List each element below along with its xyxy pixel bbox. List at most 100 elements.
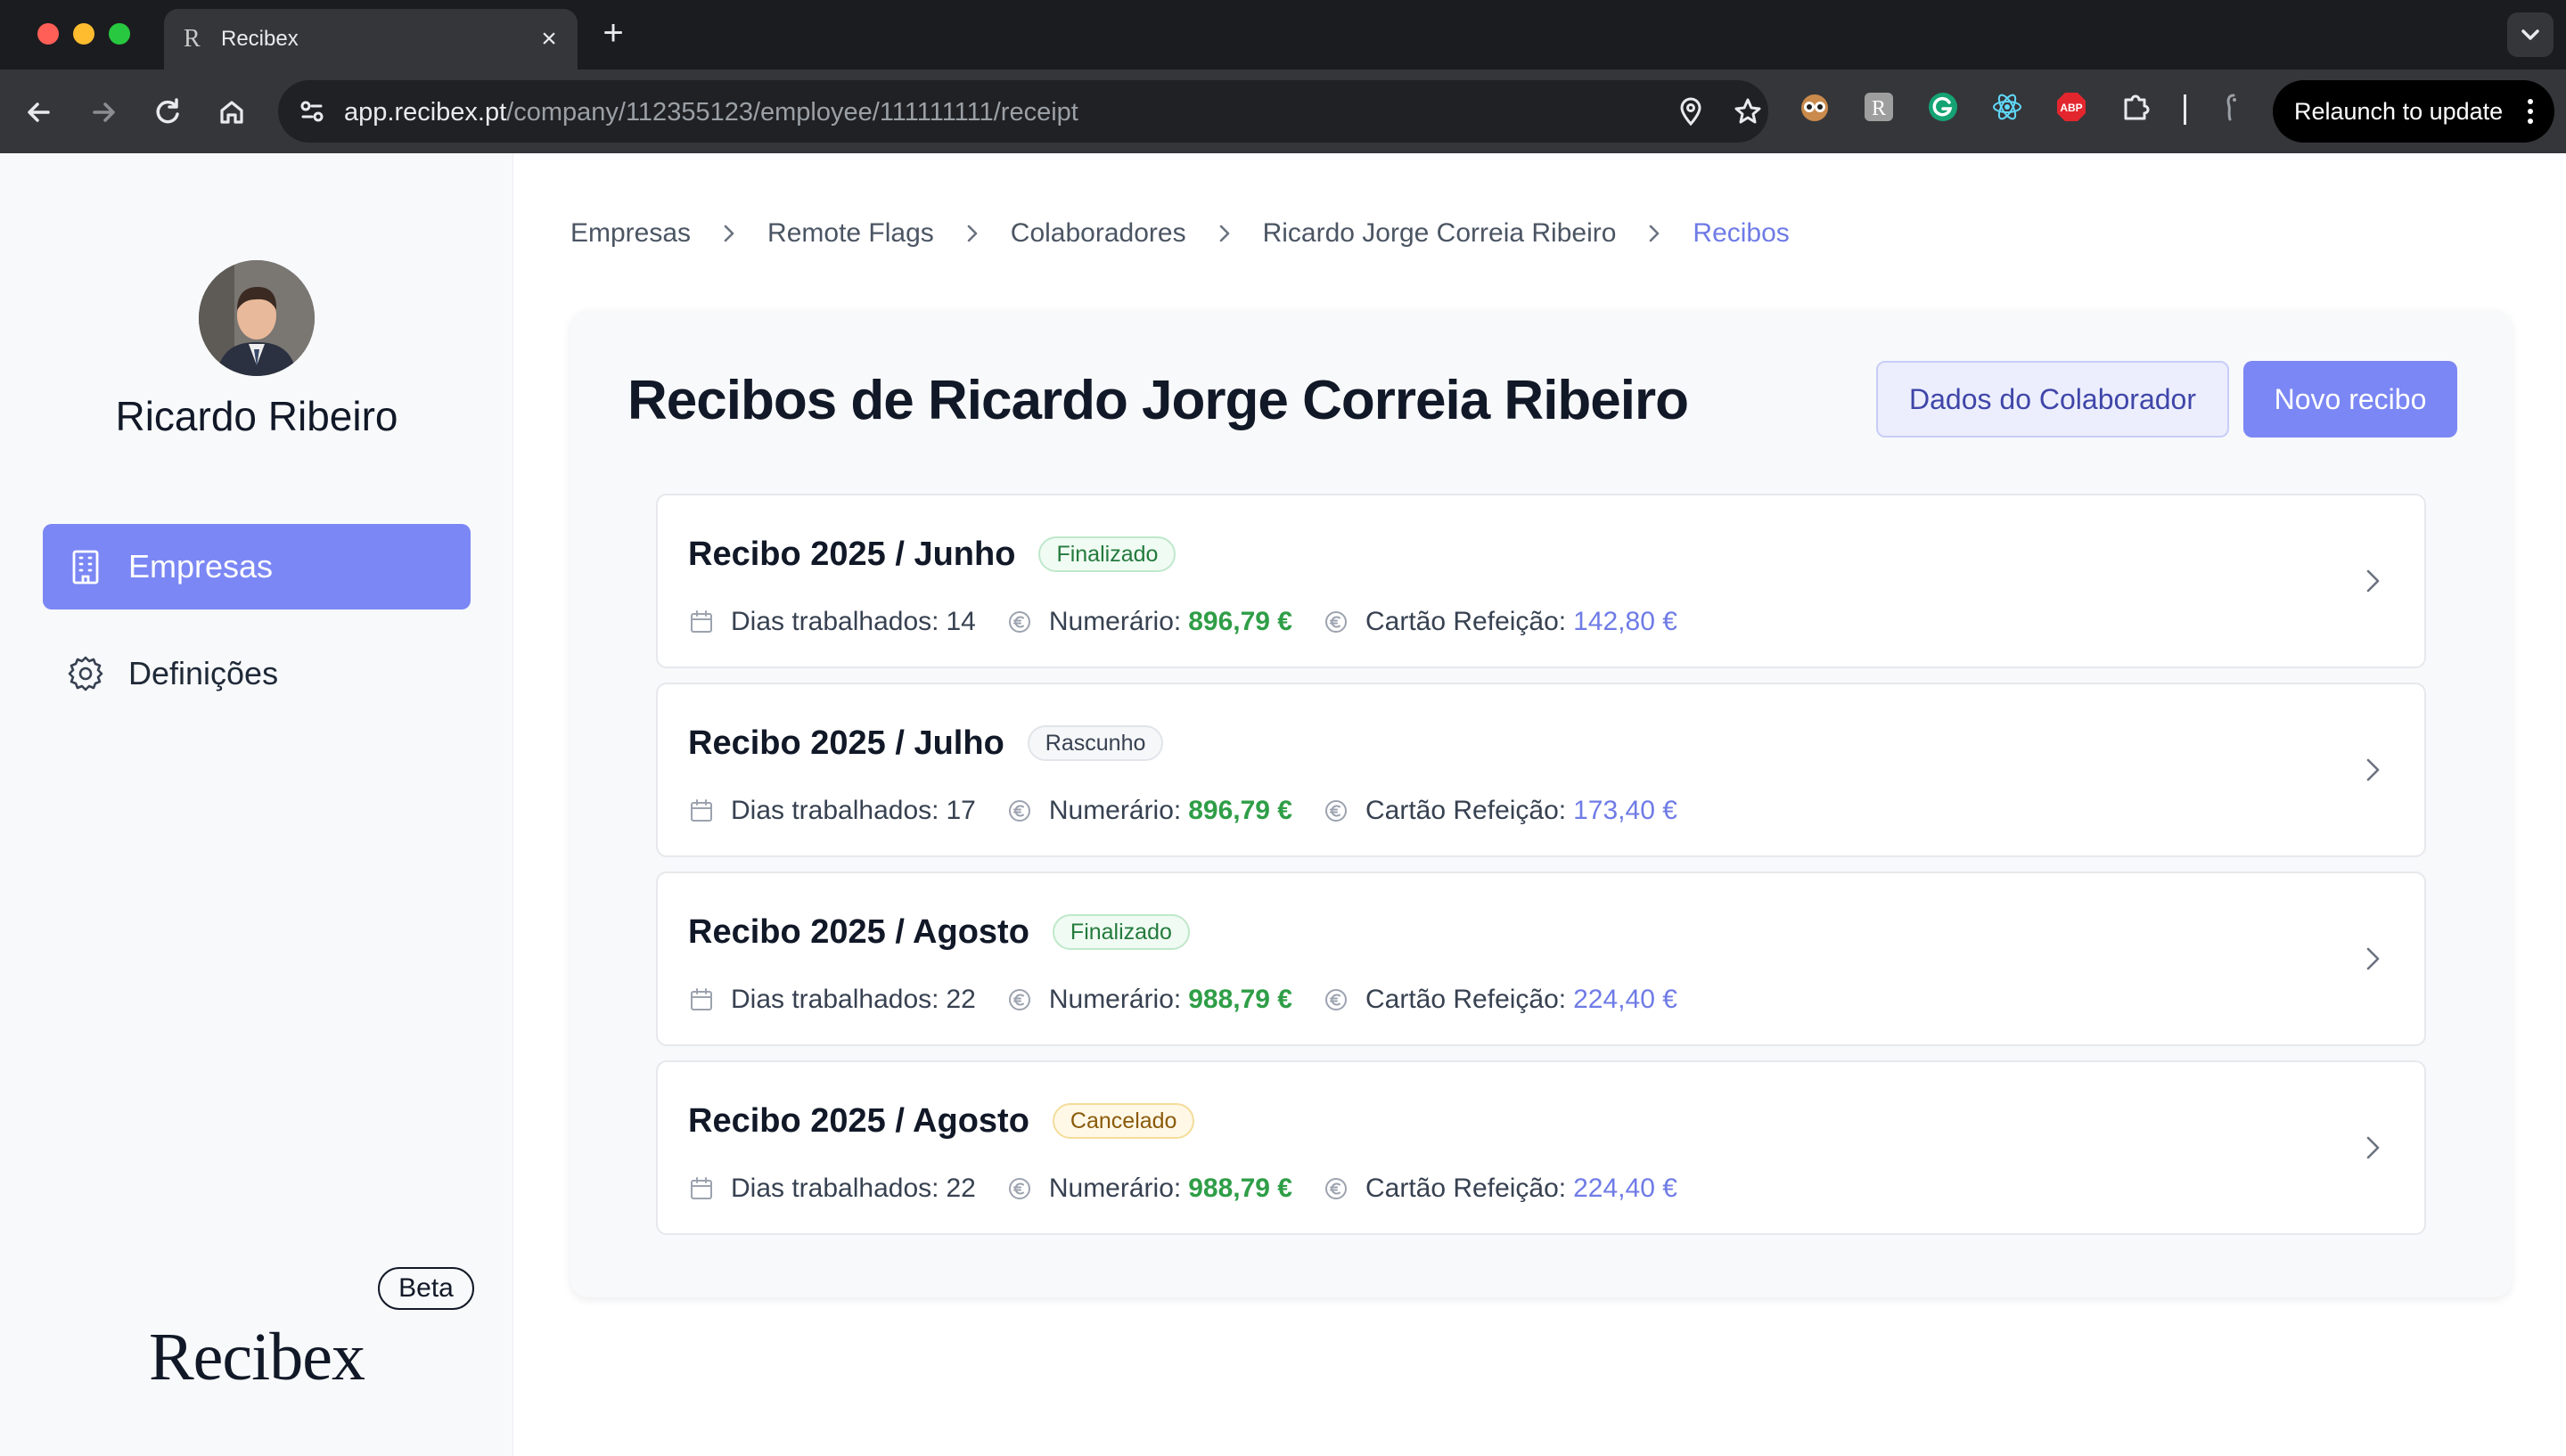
page-title: Recibos de Ricardo Jorge Correia Ribeiro bbox=[627, 370, 1689, 431]
days-label: Dias trabalhados: bbox=[731, 1174, 939, 1203]
status-badge: Rascunho bbox=[1027, 725, 1164, 761]
minimize-window-button[interactable] bbox=[73, 23, 94, 45]
breadcrumb-colaboradores[interactable]: Colaboradores bbox=[1011, 216, 1186, 251]
puzzle-icon[interactable] bbox=[2118, 89, 2153, 125]
days-label: Dias trabalhados: bbox=[731, 607, 939, 636]
euro-icon bbox=[1008, 989, 1030, 1010]
receipt-title: Recibo 2025 / Junho bbox=[688, 536, 1016, 573]
home-icon bbox=[220, 101, 243, 124]
building-icon bbox=[72, 550, 99, 585]
receipt-header: Recibo 2025 / Junho Finalizado bbox=[688, 533, 1176, 576]
url-host: app.recibex.pt bbox=[344, 98, 507, 127]
cash-value: 896,79 € bbox=[1188, 796, 1292, 825]
site-info-icon[interactable] bbox=[291, 90, 333, 133]
home-button[interactable] bbox=[210, 91, 253, 134]
cash-label: Numerário: bbox=[1048, 985, 1182, 1014]
new-tab-icon[interactable]: + bbox=[592, 14, 635, 53]
reload-icon bbox=[156, 98, 179, 124]
calendar-icon bbox=[691, 988, 712, 1010]
receipt-title: Recibo 2025 / Julho bbox=[688, 724, 1004, 762]
tab-title: Recibex bbox=[221, 27, 299, 51]
url-path: /company/112355123/employee/111111111/re… bbox=[506, 98, 1078, 127]
meal-card-label: Cartão Refeição: bbox=[1365, 607, 1567, 636]
tab-close-icon[interactable]: × bbox=[533, 23, 565, 55]
chevron-right-icon bbox=[1650, 225, 1660, 242]
status-badge: Cancelado bbox=[1052, 1103, 1195, 1139]
cash-label: Numerário: bbox=[1048, 796, 1182, 825]
euro-icon bbox=[1008, 800, 1030, 822]
browser-tab[interactable]: R Recibex × bbox=[164, 9, 578, 70]
receipt-header: Recibo 2025 / Agosto Finalizado bbox=[688, 911, 1190, 953]
sidebar-item-empresas[interactable]: Empresas bbox=[43, 524, 471, 609]
meal-card-label: Cartão Refeição: bbox=[1365, 1174, 1567, 1203]
profile-icon[interactable] bbox=[2216, 89, 2251, 125]
adblock-plus-icon[interactable]: ABP bbox=[2054, 89, 2089, 125]
receipts-card: Recibos de Ricardo Jorge Correia Ribeiro… bbox=[570, 310, 2512, 1297]
euro-icon bbox=[1325, 611, 1347, 633]
days-value: 22 bbox=[946, 1174, 976, 1203]
url-text[interactable]: app.recibex.pt/company/112355123/employe… bbox=[344, 98, 1078, 127]
receipt-meta: Dias trabalhados: 17 Numerário: 896,79 €… bbox=[688, 793, 1677, 829]
maximize-window-button[interactable] bbox=[109, 23, 130, 45]
sidebar-item-definicoes[interactable]: Definições bbox=[43, 631, 471, 716]
meal-card-value: 142,80 € bbox=[1573, 607, 1677, 636]
chevron-right-icon bbox=[2366, 947, 2380, 970]
recibex-favicon-icon: R bbox=[184, 25, 201, 53]
employee-data-button[interactable]: Dados do Colaborador bbox=[1876, 361, 2229, 438]
grammarly-icon[interactable] bbox=[1925, 89, 1961, 125]
chevron-right-icon bbox=[1219, 225, 1229, 242]
user-photo bbox=[199, 260, 315, 376]
forward-button[interactable] bbox=[82, 91, 125, 134]
breadcrumb-employee[interactable]: Ricardo Jorge Correia Ribeiro bbox=[1263, 216, 1617, 251]
receipt-meta: Dias trabalhados: 14 Numerário: 896,79 €… bbox=[688, 604, 1677, 640]
meal-card-value: 224,40 € bbox=[1573, 985, 1677, 1014]
browser-toolbar: app.recibex.pt/company/112355123/employe… bbox=[0, 70, 2566, 153]
chevron-right-icon bbox=[2366, 569, 2380, 593]
breadcrumb-empresas[interactable]: Empresas bbox=[570, 216, 691, 251]
close-window-button[interactable] bbox=[37, 23, 59, 45]
cash-value: 988,79 € bbox=[1188, 1174, 1292, 1203]
avatar[interactable] bbox=[199, 260, 315, 376]
recibex-logo[interactable]: Recibex bbox=[0, 1319, 513, 1396]
r-extension-icon[interactable]: R bbox=[1861, 89, 1897, 125]
tab-search-button[interactable] bbox=[2507, 12, 2554, 57]
euro-icon bbox=[1325, 1178, 1347, 1199]
address-bar[interactable]: app.recibex.pt/company/112355123/employe… bbox=[278, 80, 1768, 143]
tab-strip: R Recibex × + bbox=[0, 0, 2566, 70]
receipt-title: Recibo 2025 / Agosto bbox=[688, 913, 1029, 951]
relaunch-button[interactable]: Relaunch to update bbox=[2273, 80, 2554, 143]
calendar-icon bbox=[691, 1177, 712, 1199]
breadcrumb-company[interactable]: Remote Flags bbox=[767, 216, 934, 251]
cash-value: 988,79 € bbox=[1188, 985, 1292, 1014]
react-devtools-icon[interactable] bbox=[1989, 89, 2025, 125]
euro-icon bbox=[1008, 1178, 1030, 1199]
receipt-item[interactable]: Recibo 2025 / Julho Rascunho Dias trabal… bbox=[656, 683, 2426, 857]
bookmark-star-icon[interactable] bbox=[1729, 93, 1767, 130]
days-value: 14 bbox=[946, 607, 976, 636]
chevron-right-icon bbox=[2366, 758, 2380, 781]
chevron-right-icon bbox=[2366, 1136, 2380, 1159]
breadcrumb: Empresas Remote Flags Colaboradores Rica… bbox=[570, 216, 1790, 251]
back-button[interactable] bbox=[18, 91, 61, 134]
euro-icon bbox=[1325, 989, 1347, 1010]
euro-icon bbox=[1325, 800, 1347, 822]
receipt-header: Recibo 2025 / Agosto Cancelado bbox=[688, 1100, 1195, 1142]
user-name: Ricardo Ribeiro bbox=[115, 393, 398, 439]
status-badge: Finalizado bbox=[1038, 536, 1176, 572]
receipt-list: Recibo 2025 / Junho Finalizado Dias trab… bbox=[656, 494, 2426, 1249]
sidebar-item-label: Definições bbox=[128, 655, 279, 691]
gear-icon bbox=[68, 656, 103, 691]
new-receipt-button[interactable]: Novo recibo bbox=[2243, 361, 2457, 438]
meal-card-label: Cartão Refeição: bbox=[1365, 985, 1567, 1014]
days-label: Dias trabalhados: bbox=[731, 796, 939, 825]
breadcrumb-recibos: Recibos bbox=[1693, 218, 1790, 248]
receipt-item[interactable]: Recibo 2025 / Agosto Cancelado Dias trab… bbox=[656, 1060, 2426, 1235]
more-vertical-icon bbox=[2528, 99, 2533, 124]
receipt-item[interactable]: Recibo 2025 / Agosto Finalizado Dias tra… bbox=[656, 871, 2426, 1046]
days-value: 17 bbox=[946, 796, 976, 825]
location-icon[interactable] bbox=[1672, 93, 1709, 130]
owl-extension-icon[interactable] bbox=[1797, 89, 1832, 125]
relaunch-label: Relaunch to update bbox=[2294, 98, 2504, 125]
reload-button[interactable] bbox=[146, 91, 189, 134]
receipt-item[interactable]: Recibo 2025 / Junho Finalizado Dias trab… bbox=[656, 494, 2426, 668]
